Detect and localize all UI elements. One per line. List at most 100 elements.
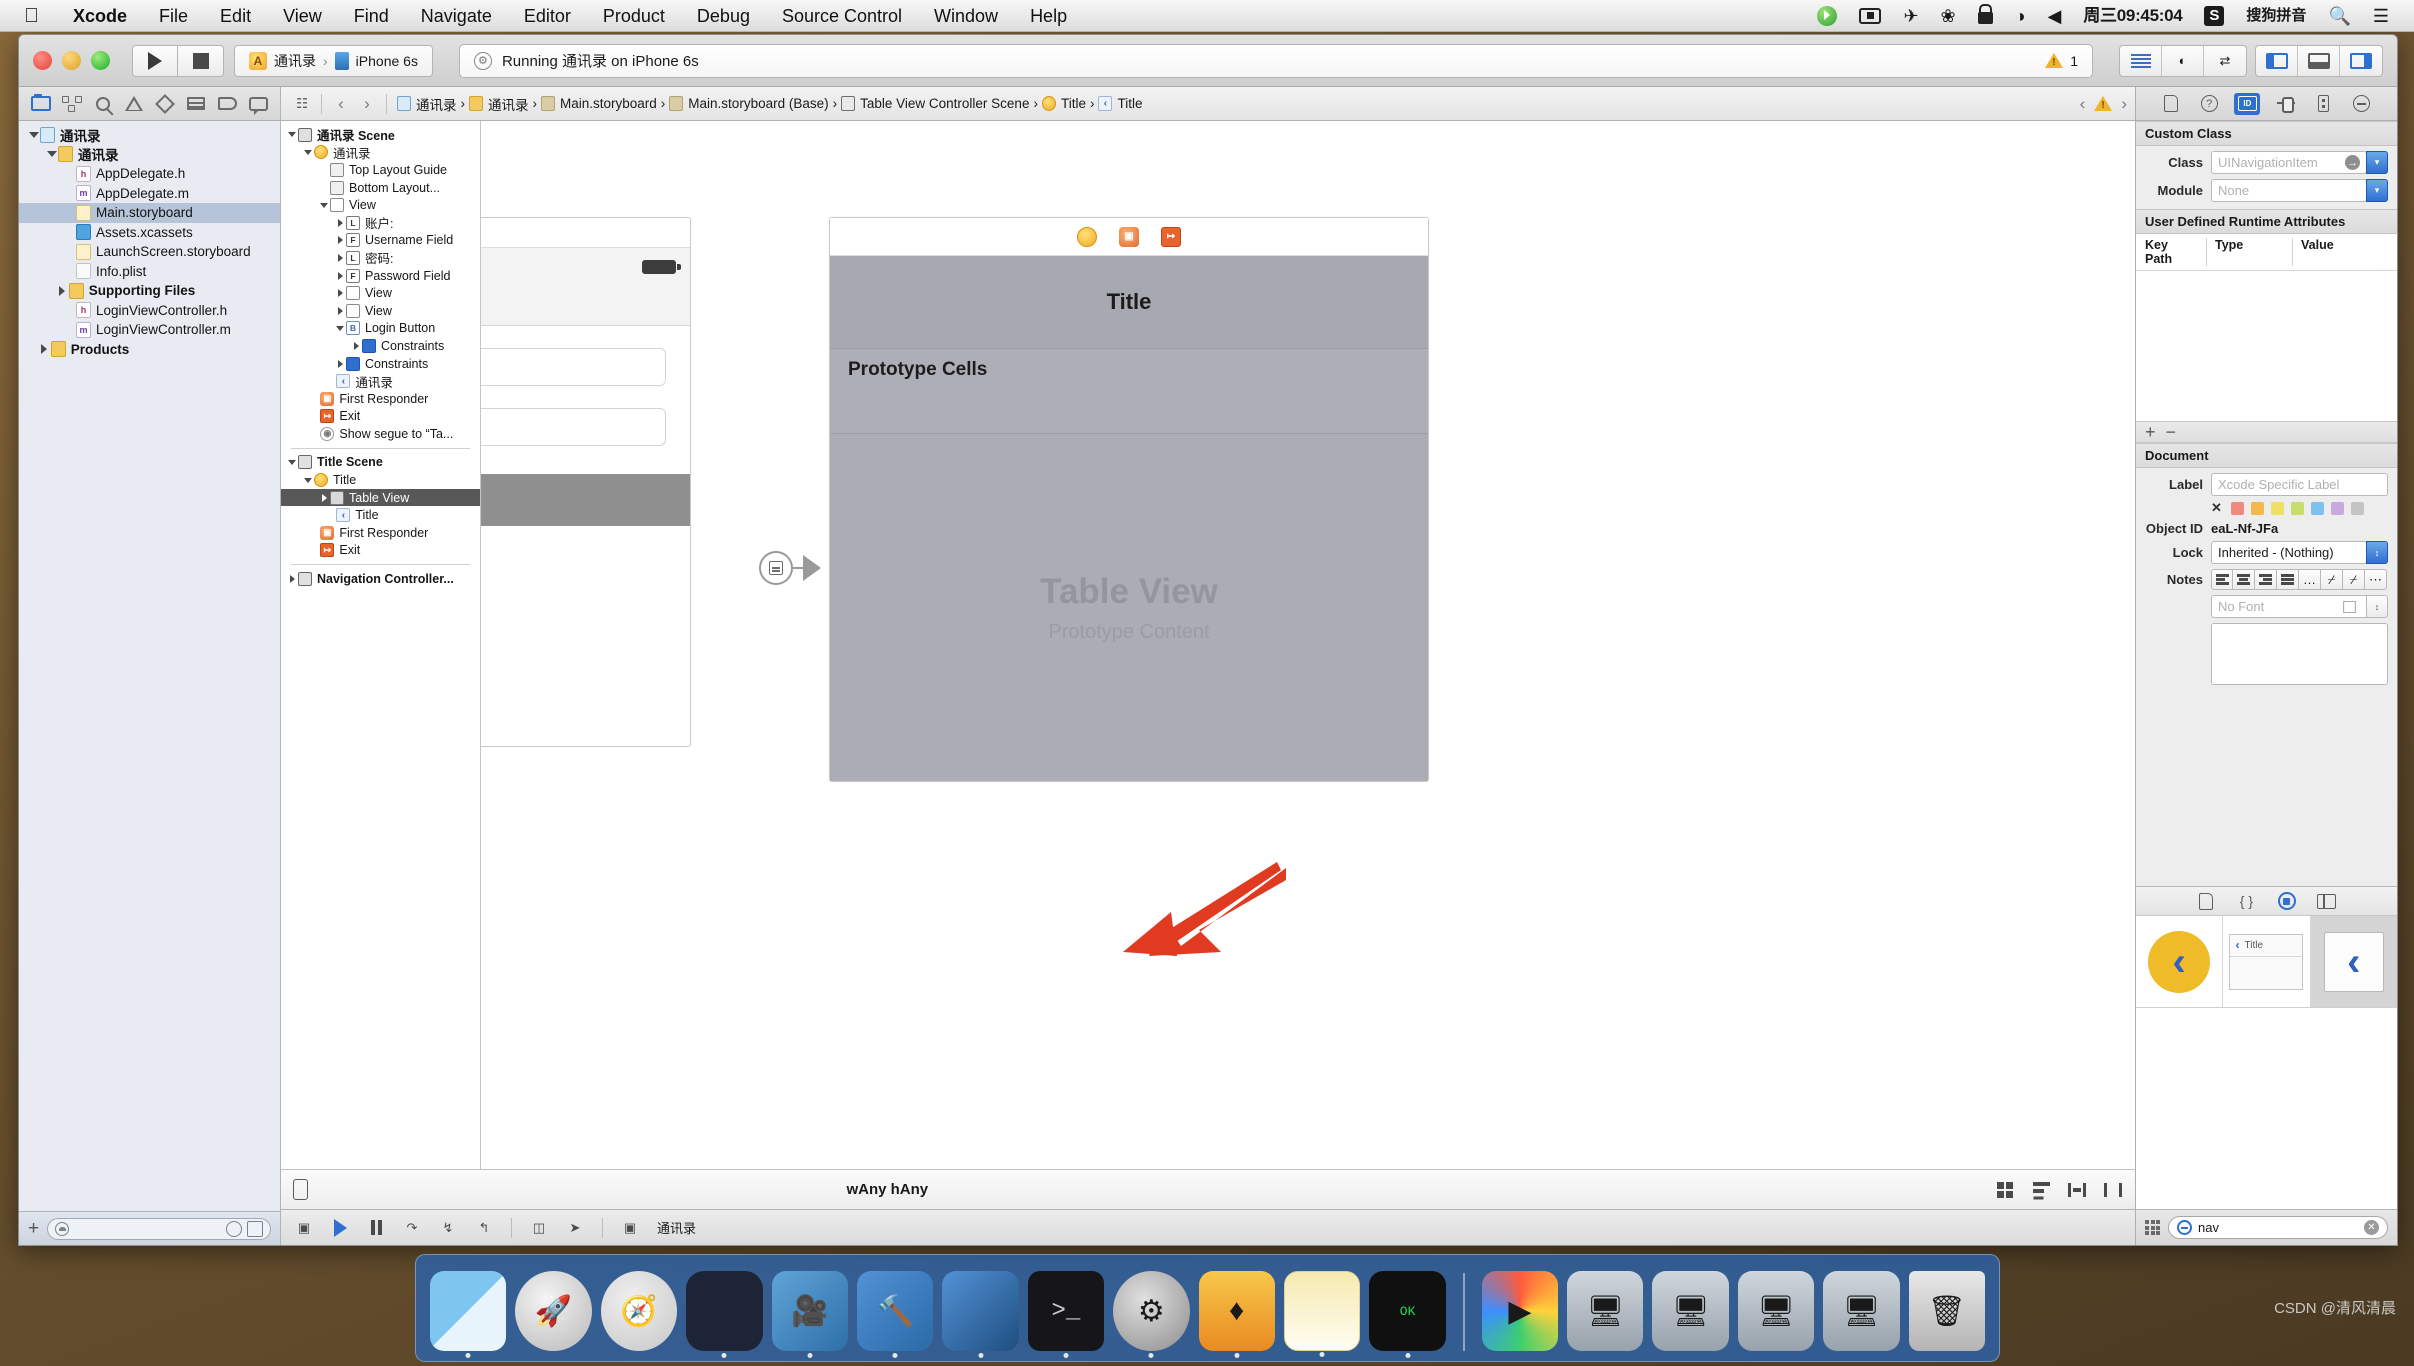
swatch-green[interactable] bbox=[2290, 501, 2304, 515]
notes-textarea[interactable] bbox=[2211, 623, 2388, 685]
more-options-button[interactable]: ⋯ bbox=[2365, 569, 2387, 590]
clear-color-icon[interactable]: ✕ bbox=[2211, 500, 2222, 516]
disclosure-triangle-icon[interactable] bbox=[334, 307, 346, 315]
table-view-controller-scene[interactable]: ▣ ↦ Title Prototype Cells Table View Pro… bbox=[829, 217, 1429, 782]
menu-item-navigate[interactable]: Navigate bbox=[405, 0, 508, 32]
disclosure-triangle-icon[interactable] bbox=[302, 150, 314, 155]
menu-item-source-control[interactable]: Source Control bbox=[766, 0, 918, 32]
step-out-button[interactable]: ↰ bbox=[475, 1219, 493, 1237]
outline-row[interactable]: 通讯录 Scene bbox=[281, 126, 480, 144]
wifi-icon[interactable]: ◑ bbox=[2004, 0, 2037, 32]
go-back-button[interactable]: ‹ bbox=[328, 94, 354, 114]
outline-row[interactable]: ‹ 通讯录 bbox=[281, 372, 480, 390]
disclosure-triangle-icon[interactable] bbox=[334, 289, 346, 297]
disclosure-triangle-icon[interactable] bbox=[302, 478, 314, 483]
scheme-selector[interactable]: A 通讯录 › iPhone 6s bbox=[234, 44, 433, 77]
dock-item-finder[interactable] bbox=[430, 1271, 507, 1358]
label-color-swatches[interactable]: ✕ bbox=[2136, 496, 2397, 516]
minimize-window-button[interactable] bbox=[62, 51, 81, 70]
dock-item-window-4[interactable]: 🖥 bbox=[1823, 1271, 1900, 1351]
go-forward-button[interactable]: › bbox=[354, 94, 380, 114]
dock-item-system-preferences[interactable]: ⚙ bbox=[1113, 1271, 1190, 1358]
disclosure-triangle-icon[interactable] bbox=[27, 132, 40, 138]
disclosure-triangle-icon[interactable] bbox=[318, 203, 330, 208]
connections-inspector-icon[interactable] bbox=[2349, 93, 2375, 115]
disclosure-triangle-icon[interactable] bbox=[350, 342, 362, 350]
storyboard-canvas[interactable]: ▣ ↦ Title Prototype Cells Table View Pro… bbox=[481, 121, 2135, 1169]
toggle-debug-area-icon[interactable]: ▣ bbox=[295, 1219, 313, 1237]
issue-navigator-icon[interactable] bbox=[123, 94, 145, 114]
disclosure-triangle-icon[interactable] bbox=[334, 360, 346, 368]
class-input[interactable]: UINavigationItem bbox=[2211, 151, 2367, 174]
outline-row[interactable]: L 密码: bbox=[281, 249, 480, 267]
disclosure-triangle-icon[interactable] bbox=[286, 460, 298, 465]
dock-item-window-3[interactable]: 🖥 bbox=[1737, 1271, 1815, 1351]
lock-stepper-button[interactable]: ↕ bbox=[2366, 541, 2388, 564]
test-navigator-icon[interactable] bbox=[154, 93, 176, 114]
ime-badge-icon[interactable]: S bbox=[2193, 5, 2235, 26]
recent-files-icon[interactable] bbox=[226, 1220, 242, 1237]
issue-counter[interactable]: 1 bbox=[2045, 53, 2078, 69]
menubar-clock[interactable]: 周三09:45:04 bbox=[2072, 0, 2193, 32]
clear-search-icon[interactable]: ✕ bbox=[2364, 1220, 2379, 1235]
outline-row[interactable]: F Username Field bbox=[281, 232, 480, 250]
swatch-yellow[interactable] bbox=[2270, 501, 2284, 515]
dock-item-safari[interactable]: 🧭 bbox=[600, 1271, 678, 1351]
outline-row[interactable]: Top Layout Guide bbox=[281, 161, 480, 179]
file-tree-row[interactable]: h AppDelegate.h bbox=[19, 164, 280, 184]
attributes-inspector-icon[interactable] bbox=[2273, 93, 2299, 115]
view-controller-icon[interactable] bbox=[1077, 226, 1097, 247]
outline-row[interactable]: 通讯录 bbox=[281, 144, 480, 162]
pause-button[interactable] bbox=[367, 1219, 385, 1237]
filter-input[interactable] bbox=[47, 1217, 271, 1240]
disclosure-triangle-icon[interactable] bbox=[334, 254, 346, 262]
file-tree-row[interactable]: Assets.xcassets bbox=[19, 223, 280, 243]
outline-row[interactable]: F Password Field bbox=[281, 267, 480, 285]
size-class-label[interactable]: wAny hAny bbox=[846, 1181, 928, 1198]
breadcrumb-item[interactable]: Main.storyboard (Base) bbox=[665, 96, 832, 111]
password-field-preview[interactable] bbox=[481, 408, 666, 446]
dock-item-xcode[interactable]: 🔨 bbox=[856, 1271, 934, 1358]
dock-item-window-2[interactable]: 🖥 bbox=[1652, 1271, 1729, 1351]
menu-item-find[interactable]: Find bbox=[338, 0, 405, 32]
font-picker-icon[interactable]: ⃞ bbox=[2345, 596, 2367, 617]
dock-item-window-1[interactable]: 🖥 bbox=[1567, 1271, 1644, 1351]
dock-item-imovie[interactable]: 🎥 bbox=[771, 1271, 848, 1358]
airplane-icon[interactable]: ✈ bbox=[1892, 0, 1929, 32]
dock-item-trash[interactable]: 🗑 bbox=[1908, 1271, 1986, 1351]
file-inspector-icon[interactable] bbox=[2158, 93, 2184, 115]
disclosure-triangle-icon[interactable] bbox=[45, 151, 58, 157]
library-item-list[interactable] bbox=[2136, 1008, 2397, 1209]
module-dropdown-button[interactable]: ▾ bbox=[2366, 179, 2388, 202]
outline-row[interactable]: ↦ Exit bbox=[281, 542, 480, 560]
disclosure-triangle-icon[interactable] bbox=[334, 272, 346, 280]
list-style-button[interactable]: … bbox=[2299, 569, 2321, 590]
outline-row[interactable]: L 账户: bbox=[281, 214, 480, 232]
outline-row[interactable]: Title Scene bbox=[281, 454, 480, 472]
step-into-button[interactable]: ↯ bbox=[439, 1219, 457, 1237]
label-input[interactable]: Xcode Specific Label bbox=[2211, 473, 2388, 496]
dock-item-sketch[interactable]: ♦ bbox=[1198, 1271, 1275, 1358]
udra-add-button[interactable]: + bbox=[2145, 422, 2156, 443]
file-tree-row[interactable]: m AppDelegate.m bbox=[19, 184, 280, 204]
menu-item-product[interactable]: Product bbox=[587, 0, 681, 32]
disclosure-triangle-icon[interactable] bbox=[334, 219, 346, 227]
dock-item-launchpad[interactable]: 🚀 bbox=[515, 1271, 592, 1351]
debug-navigator-icon[interactable] bbox=[185, 94, 207, 114]
menu-item-edit[interactable]: Edit bbox=[204, 0, 267, 32]
menu-item-view[interactable]: View bbox=[267, 0, 338, 32]
dock-item-mouse[interactable] bbox=[686, 1271, 763, 1358]
continue-button[interactable] bbox=[331, 1218, 349, 1237]
file-tree-row[interactable]: Products bbox=[19, 340, 280, 360]
quick-help-inspector-icon[interactable]: ? bbox=[2196, 93, 2222, 115]
scene-nav-bar[interactable]: Title bbox=[830, 256, 1428, 348]
prototype-cells-section[interactable]: Prototype Cells bbox=[830, 348, 1428, 433]
run-button[interactable] bbox=[132, 44, 178, 77]
stop-button[interactable] bbox=[178, 44, 224, 77]
dock-item-xcode-beta[interactable] bbox=[942, 1271, 1019, 1358]
next-issue-button[interactable]: › bbox=[2121, 94, 2127, 114]
outline-row[interactable]: ▣ First Responder bbox=[281, 390, 480, 408]
disclosure-triangle-icon[interactable] bbox=[318, 494, 330, 502]
library-preview-icon-cell[interactable]: ‹ bbox=[2136, 916, 2224, 1007]
menu-item-file[interactable]: File bbox=[143, 0, 204, 32]
